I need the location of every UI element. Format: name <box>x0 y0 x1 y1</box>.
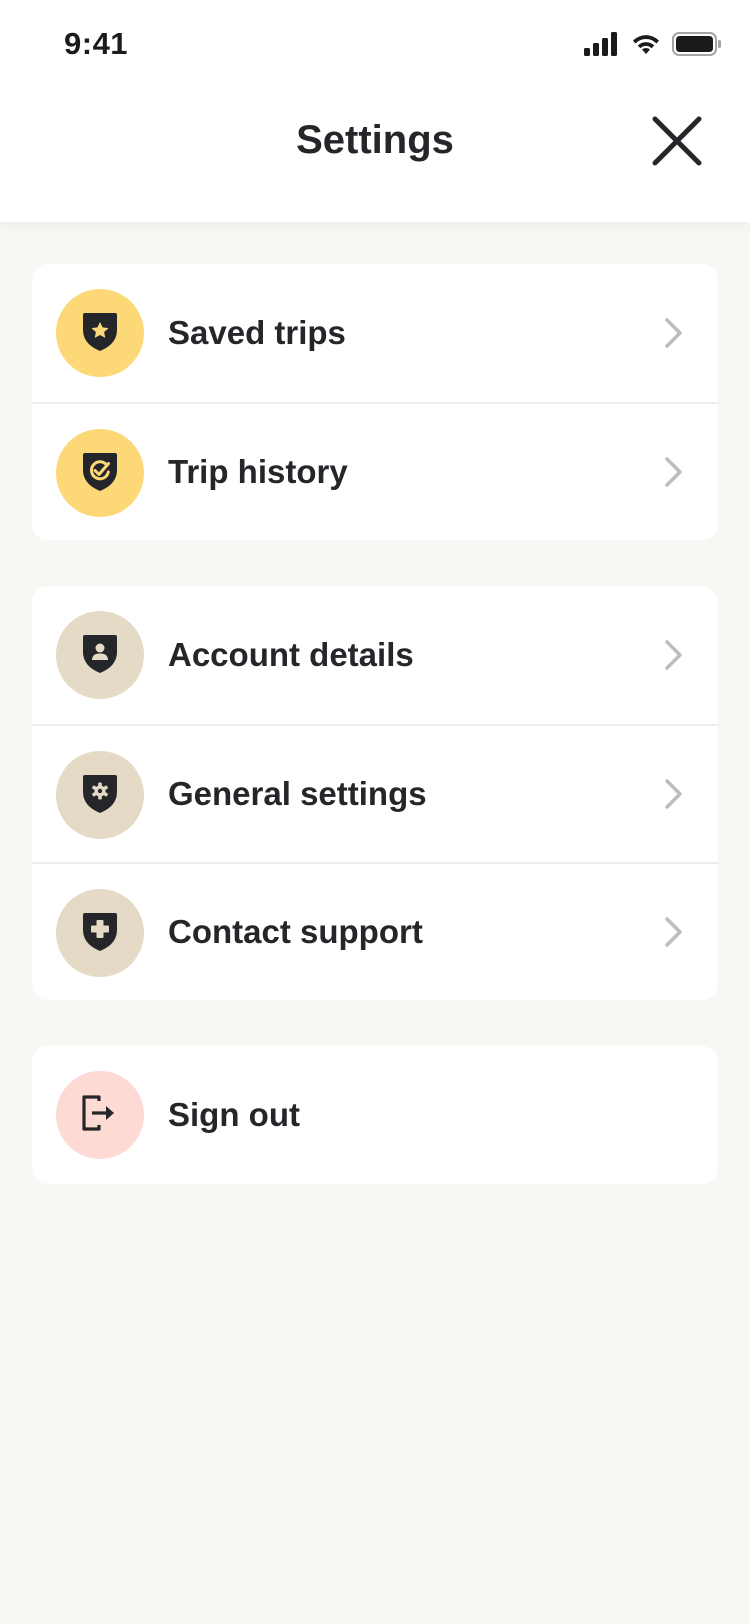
chevron-right-icon <box>662 455 686 489</box>
status-icons <box>584 32 722 61</box>
shield-check-icon <box>81 450 119 497</box>
menu-item-label: General settings <box>168 775 427 812</box>
settings-group-trips: Saved trips Trip history <box>32 264 718 540</box>
general-settings-icon-circle <box>56 751 144 839</box>
trip-history-icon-circle <box>56 429 144 517</box>
chevron-right-icon <box>662 638 686 672</box>
chevron-right-icon <box>662 915 686 949</box>
sign-out-icon <box>80 1094 120 1137</box>
saved-trips-icon-circle <box>56 289 144 377</box>
menu-item-label: Saved trips <box>168 314 346 351</box>
menu-item-label: Contact support <box>168 913 423 950</box>
menu-item-contact-support[interactable]: Contact support <box>32 862 718 1000</box>
top-bar: 9:41 Settings <box>0 0 750 222</box>
settings-group-account: Account details General settings Contact… <box>32 586 718 1000</box>
battery-icon <box>672 32 722 61</box>
sign-out-icon-circle <box>56 1071 144 1159</box>
settings-group-sign-out: Sign out <box>32 1046 718 1184</box>
shield-plus-icon <box>81 910 119 957</box>
shield-gear-icon <box>81 772 119 819</box>
status-time: 9:41 <box>64 26 129 61</box>
page-title: Settings <box>296 118 454 162</box>
chevron-right-icon <box>662 316 686 350</box>
menu-item-general-settings[interactable]: General settings <box>32 724 718 862</box>
menu-item-label: Account details <box>168 636 414 673</box>
menu-item-label: Sign out <box>168 1096 300 1133</box>
menu-item-account-details[interactable]: Account details <box>32 586 718 724</box>
menu-item-sign-out[interactable]: Sign out <box>32 1046 718 1184</box>
account-details-icon-circle <box>56 611 144 699</box>
close-icon <box>652 116 702 171</box>
menu-item-saved-trips[interactable]: Saved trips <box>32 264 718 402</box>
shield-star-icon <box>81 310 119 357</box>
contact-support-icon-circle <box>56 889 144 977</box>
wifi-icon <box>630 32 662 61</box>
close-button[interactable] <box>648 114 706 172</box>
chevron-right-icon <box>662 777 686 811</box>
menu-item-label: Trip history <box>168 453 348 490</box>
menu-item-trip-history[interactable]: Trip history <box>32 402 718 540</box>
shield-user-icon <box>81 632 119 679</box>
cellular-signal-icon <box>584 32 620 61</box>
